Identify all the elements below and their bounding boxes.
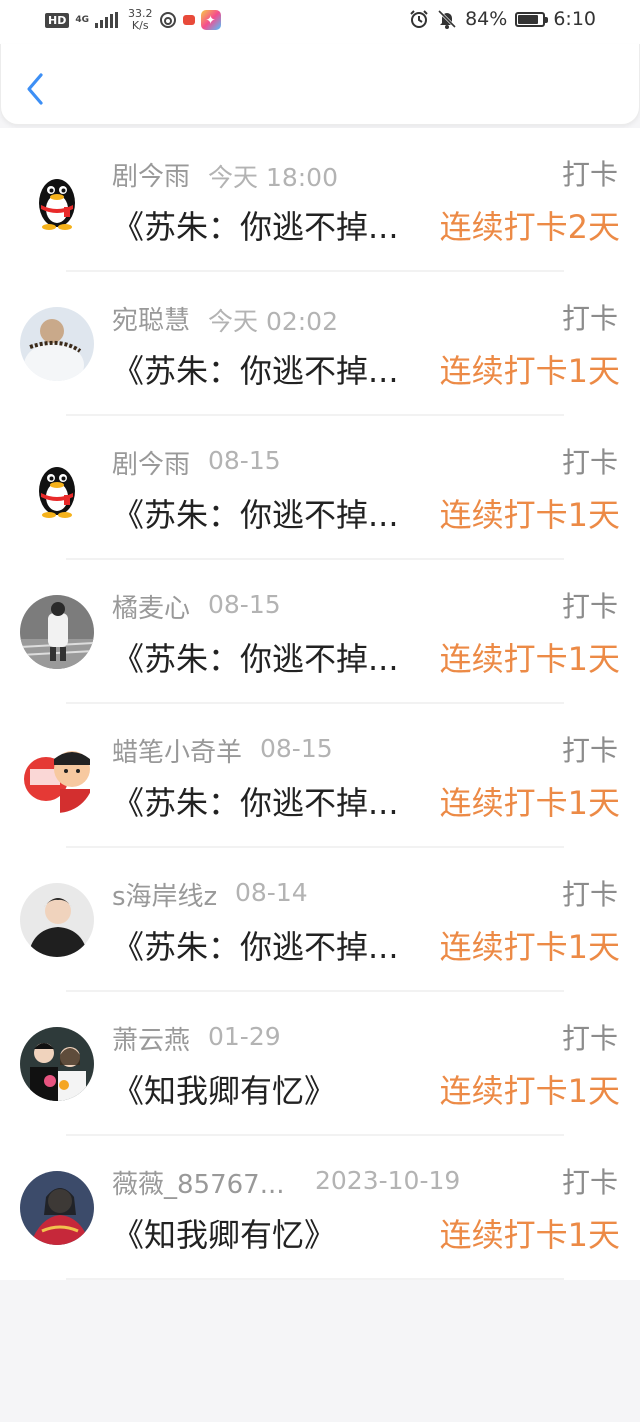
status-bar: HD 4G 33.2 K/s ✦ 84% 6:10 bbox=[0, 0, 640, 44]
network-speed-unit: K/s bbox=[131, 19, 149, 32]
timestamp: 2023-10-19 bbox=[315, 1166, 461, 1195]
timestamp: 08-15 bbox=[208, 446, 281, 475]
avatar[interactable] bbox=[20, 1171, 94, 1245]
checkin-tag: 打卡 bbox=[561, 734, 618, 767]
chevron-left-icon bbox=[27, 73, 43, 105]
top-nav bbox=[0, 44, 640, 125]
streak-label: 连续打卡1天 bbox=[439, 352, 620, 390]
streak-label: 连续打卡1天 bbox=[439, 1216, 620, 1254]
checkin-tag: 打卡 bbox=[561, 878, 618, 911]
book-title[interactable]: 《苏朱：你逃不掉... bbox=[112, 634, 412, 680]
alarm-icon bbox=[409, 9, 429, 29]
battery-icon bbox=[515, 11, 549, 27]
hd-badge: HD bbox=[45, 12, 70, 28]
checkin-list: 剧今雨 今天 18:00 打卡 《苏朱：你逃不掉... 连续打卡2天 宛聪慧 今天 02:0… bbox=[0, 128, 640, 1280]
app-icon: ✦ bbox=[200, 10, 221, 30]
list-item[interactable]: 剧今雨 08-15 打卡《苏朱：你逃不掉... 连续打卡1天 bbox=[0, 416, 640, 560]
netease-music-icon bbox=[159, 11, 177, 29]
avatar[interactable] bbox=[20, 883, 94, 957]
book-title[interactable]: 《苏朱：你逃不掉... bbox=[112, 778, 412, 824]
list-item[interactable]: 宛聪慧 今天 02:02 打卡《苏朱：你逃不掉... 连续打卡1天 bbox=[0, 272, 640, 416]
timestamp: 08-14 bbox=[235, 878, 308, 907]
network-type: 4G bbox=[75, 14, 89, 25]
list-item[interactable]: s海岸线z 08-14 打卡《苏朱：你逃不掉... 连续打卡1天 bbox=[0, 848, 640, 992]
avatar[interactable] bbox=[20, 595, 94, 669]
streak-label: 连续打卡1天 bbox=[439, 496, 620, 534]
streak-label: 连续打卡1天 bbox=[439, 640, 620, 678]
streak-label: 连续打卡1天 bbox=[439, 928, 620, 966]
avatar[interactable] bbox=[20, 739, 94, 813]
timestamp: 01-29 bbox=[208, 1022, 281, 1051]
user-name: 橘麦心 bbox=[112, 594, 191, 624]
checkin-tag: 打卡 bbox=[561, 446, 618, 479]
avatar[interactable] bbox=[20, 451, 94, 525]
book-title[interactable]: 《苏朱：你逃不掉... bbox=[112, 202, 412, 248]
status-left: HD 4G 33.2 K/s ✦ bbox=[45, 8, 221, 32]
user-name: 宛聪慧 bbox=[112, 306, 191, 336]
checkin-tag: 打卡 bbox=[561, 590, 618, 623]
user-name: 萧云燕 bbox=[112, 1026, 191, 1056]
checkin-tag: 打卡 bbox=[561, 158, 618, 191]
avatar[interactable] bbox=[20, 1027, 94, 1101]
user-name: 蜡笔小奇羊 bbox=[112, 738, 243, 768]
clock: 6:10 bbox=[553, 8, 596, 30]
user-name: 剧今雨 bbox=[112, 450, 191, 480]
book-title[interactable]: 《苏朱：你逃不掉... bbox=[112, 922, 412, 968]
avatar[interactable] bbox=[20, 307, 94, 381]
signal-icon bbox=[95, 12, 118, 28]
list-item[interactable]: 剧今雨 今天 18:00 打卡《苏朱：你逃不掉... 连续打卡2天 bbox=[0, 128, 640, 272]
network-speed: 33.2 K/s bbox=[128, 8, 153, 32]
checkin-tag: 打卡 bbox=[561, 302, 618, 335]
user-name: 剧今雨 bbox=[112, 162, 191, 192]
user-name: 薇薇_85767... bbox=[112, 1170, 285, 1200]
book-title[interactable]: 《知我卿有忆》 bbox=[112, 1066, 412, 1112]
book-title[interactable]: 《苏朱：你逃不掉... bbox=[112, 490, 412, 536]
timestamp: 今天 18:00 bbox=[208, 163, 338, 192]
status-right: 84% 6:10 bbox=[409, 8, 596, 30]
streak-label: 连续打卡2天 bbox=[439, 208, 620, 246]
book-title[interactable]: 《知我卿有忆》 bbox=[112, 1210, 412, 1256]
checkin-tag: 打卡 bbox=[561, 1022, 618, 1055]
avatar[interactable] bbox=[20, 163, 94, 237]
divider bbox=[66, 1278, 564, 1280]
timestamp: 08-15 bbox=[260, 734, 333, 763]
streak-label: 连续打卡1天 bbox=[439, 784, 620, 822]
user-name: s海岸线z bbox=[112, 882, 218, 912]
checkin-tag: 打卡 bbox=[561, 1166, 618, 1199]
back-button[interactable] bbox=[23, 72, 51, 106]
list-item[interactable]: 橘麦心 08-15 打卡《苏朱：你逃不掉... 连续打卡1天 bbox=[0, 560, 640, 704]
list-item[interactable]: 萧云燕 01-29 打卡《知我卿有忆》 连续打卡1天 bbox=[0, 992, 640, 1136]
list-item[interactable]: 薇薇_85767... 2023-10-19 打卡《知我卿有忆》 连续打卡1天 bbox=[0, 1136, 640, 1280]
notification-dot-icon bbox=[182, 15, 195, 25]
list-item[interactable]: 蜡笔小奇羊 08-15 打卡《苏朱：你逃不掉... 连续打卡1天 bbox=[0, 704, 640, 848]
book-title[interactable]: 《苏朱：你逃不掉... bbox=[112, 346, 412, 392]
timestamp: 今天 02:02 bbox=[208, 307, 338, 336]
battery-percent: 84% bbox=[465, 8, 508, 30]
streak-label: 连续打卡1天 bbox=[439, 1072, 620, 1110]
mute-bell-icon bbox=[437, 9, 457, 29]
timestamp: 08-15 bbox=[208, 590, 281, 619]
